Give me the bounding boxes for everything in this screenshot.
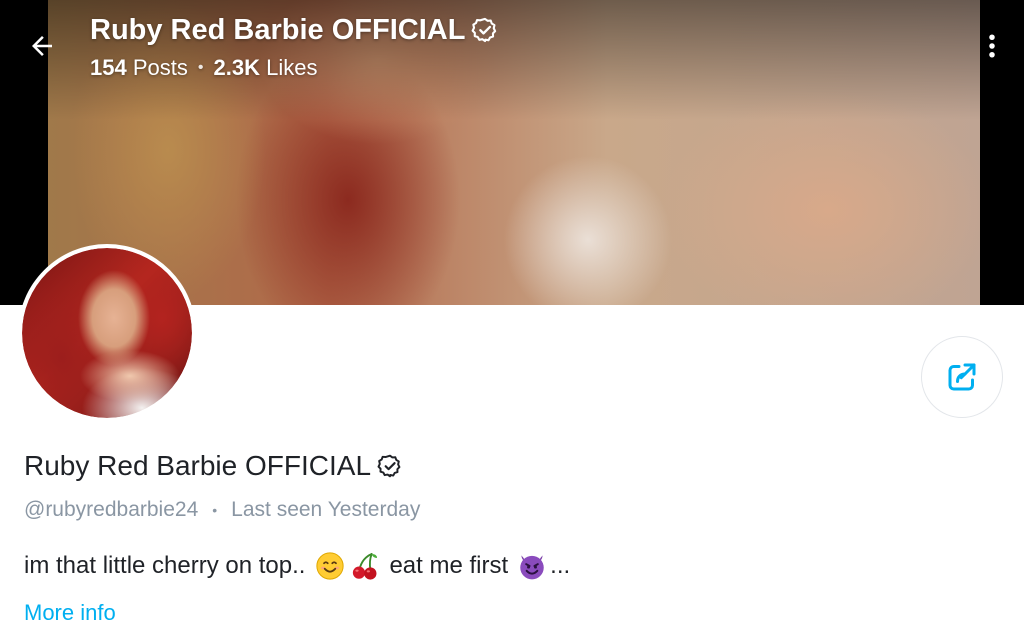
avatar[interactable] [22,248,192,418]
profile-name-text: Ruby Red Barbie OFFICIAL [24,450,372,481]
header-stats: 154 Posts • 2.3K Likes [90,53,317,83]
share-button[interactable] [921,336,1003,418]
posts-stat[interactable]: 154 Posts [90,55,188,81]
likes-label: Likes [266,55,318,80]
more-options-button[interactable] [972,26,1012,66]
cherries-emoji [353,553,378,580]
username: @rubyredbarbie24 [24,498,199,521]
more-vertical-icon [989,34,995,58]
likes-stat: 2.3K Likes [213,55,317,81]
arrow-left-icon [32,36,52,56]
meta-separator: • [212,502,218,518]
profile-cover: Ruby Red Barbie OFFICIAL 154 Posts • 2.3… [0,0,1024,305]
profile-meta: @rubyredbarbie24 • Last seen Yesterday [24,495,420,525]
bio-text-part1: im that little cherry on top.. [24,552,306,579]
bio-text-part2: eat me first [389,552,509,579]
bio-ellipsis: ... [550,552,571,579]
profile-bio: im that little cherry on top.. eat me fi… [24,548,570,584]
profile-name: Ruby Red Barbie OFFICIAL [24,448,403,484]
back-button[interactable] [22,26,62,66]
last-seen-status: Last seen Yesterday [231,498,421,521]
smiling-devil-emoji [520,555,544,580]
likes-count: 2.3K [213,55,260,80]
posts-label: Posts [132,55,188,80]
verified-badge-icon [377,454,401,478]
smiling-face-emoji [316,552,345,580]
header-title-text: Ruby Red Barbie OFFICIAL [90,13,466,46]
header-title: Ruby Red Barbie OFFICIAL [90,10,499,50]
verified-badge-icon [472,17,497,43]
avatar-image [22,248,192,418]
share-icon [948,363,976,391]
more-info-link[interactable]: More info [24,598,116,628]
stats-separator: • [197,59,204,76]
posts-count: 154 [90,55,127,80]
